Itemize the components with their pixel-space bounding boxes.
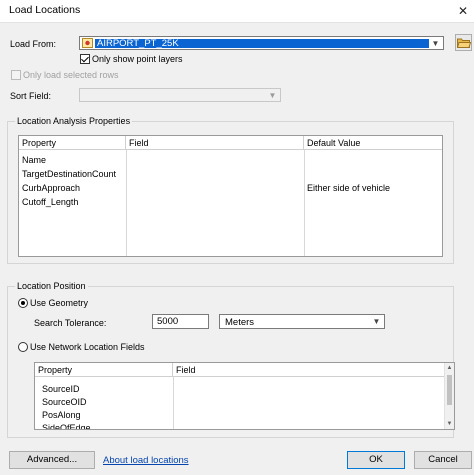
table-row-property[interactable]: SourceID [39, 382, 173, 396]
load-from-combo[interactable]: AIRPORT_PT_25K ▼ [79, 36, 444, 50]
table-row-property[interactable]: SideOfEdge [39, 421, 173, 429]
search-tolerance-input[interactable]: 5000 [152, 314, 209, 329]
table-row-property[interactable]: Name [19, 153, 126, 167]
about-load-locations-link[interactable]: About load locations [103, 455, 189, 466]
column-header-property[interactable]: Property [35, 363, 173, 377]
load-from-label: Load From: [10, 39, 57, 49]
only-point-layers-label: Only show point layers [92, 54, 183, 64]
only-selected-rows-checkbox[interactable] [11, 70, 21, 80]
use-network-fields-label: Use Network Location Fields [30, 342, 145, 352]
close-icon[interactable]: ✕ [452, 0, 474, 22]
table-row-property[interactable]: Cutoff_Length [19, 195, 126, 209]
table-row-default[interactable] [304, 153, 442, 167]
table-row-property[interactable]: SourceOID [39, 395, 173, 409]
vertical-scrollbar[interactable]: ▲ ▼ [444, 363, 454, 429]
load-from-value: AIRPORT_PT_25K [95, 39, 429, 48]
table-row-field[interactable] [126, 181, 304, 195]
scroll-up-icon[interactable]: ▲ [445, 363, 454, 373]
only-point-layers-checkbox[interactable] [80, 54, 90, 64]
column-header-default-value[interactable]: Default Value [304, 136, 442, 150]
chevron-down-icon[interactable]: ▼ [266, 90, 279, 100]
title-bar: Load Locations ✕ [0, 0, 474, 23]
chevron-down-icon[interactable]: ▼ [429, 38, 442, 48]
table-row-field[interactable] [126, 167, 304, 181]
analysis-properties-grid[interactable]: Property Field Default Value Name Target… [18, 135, 443, 257]
units-value: Meters [225, 317, 255, 328]
ok-button[interactable]: OK [347, 451, 405, 469]
sort-field-label: Sort Field: [10, 91, 52, 101]
cancel-button[interactable]: Cancel [414, 451, 472, 469]
units-combo[interactable]: Meters ▼ [219, 314, 385, 329]
sort-field-combo[interactable]: ▼ [79, 88, 281, 102]
column-header-property[interactable]: Property [19, 136, 126, 150]
table-row-property[interactable]: PosAlong [39, 408, 173, 422]
chevron-down-icon[interactable]: ▼ [370, 316, 383, 327]
network-location-grid[interactable]: Property Field SourceID SourceOID PosAlo… [34, 362, 455, 430]
table-row-property[interactable]: CurbApproach [19, 181, 126, 195]
use-network-fields-radio[interactable] [18, 342, 28, 352]
table-row-default[interactable] [304, 195, 442, 209]
window-title: Load Locations [9, 4, 81, 16]
browse-button[interactable] [455, 34, 472, 51]
scroll-thumb[interactable] [447, 375, 452, 405]
only-selected-rows-label: Only load selected rows [23, 70, 119, 80]
table-row-default[interactable] [304, 167, 442, 181]
table-row-field[interactable] [126, 195, 304, 209]
table-row-default[interactable]: Either side of vehicle [304, 181, 442, 195]
scroll-down-icon[interactable]: ▼ [445, 419, 454, 429]
use-geometry-label: Use Geometry [30, 298, 89, 308]
search-tolerance-label: Search Tolerance: [34, 318, 107, 328]
column-header-field[interactable]: Field [126, 136, 304, 150]
column-divider [173, 377, 174, 429]
column-header-field[interactable]: Field [173, 363, 444, 377]
analysis-properties-title: Location Analysis Properties [15, 116, 133, 126]
open-folder-icon [456, 37, 472, 50]
table-row-field[interactable] [126, 153, 304, 167]
advanced-button[interactable]: Advanced... [9, 451, 95, 469]
table-row-property[interactable]: TargetDestinationCount [19, 167, 126, 181]
location-position-title: Location Position [15, 281, 88, 291]
use-geometry-radio[interactable] [18, 298, 28, 308]
point-layer-icon [82, 38, 93, 50]
